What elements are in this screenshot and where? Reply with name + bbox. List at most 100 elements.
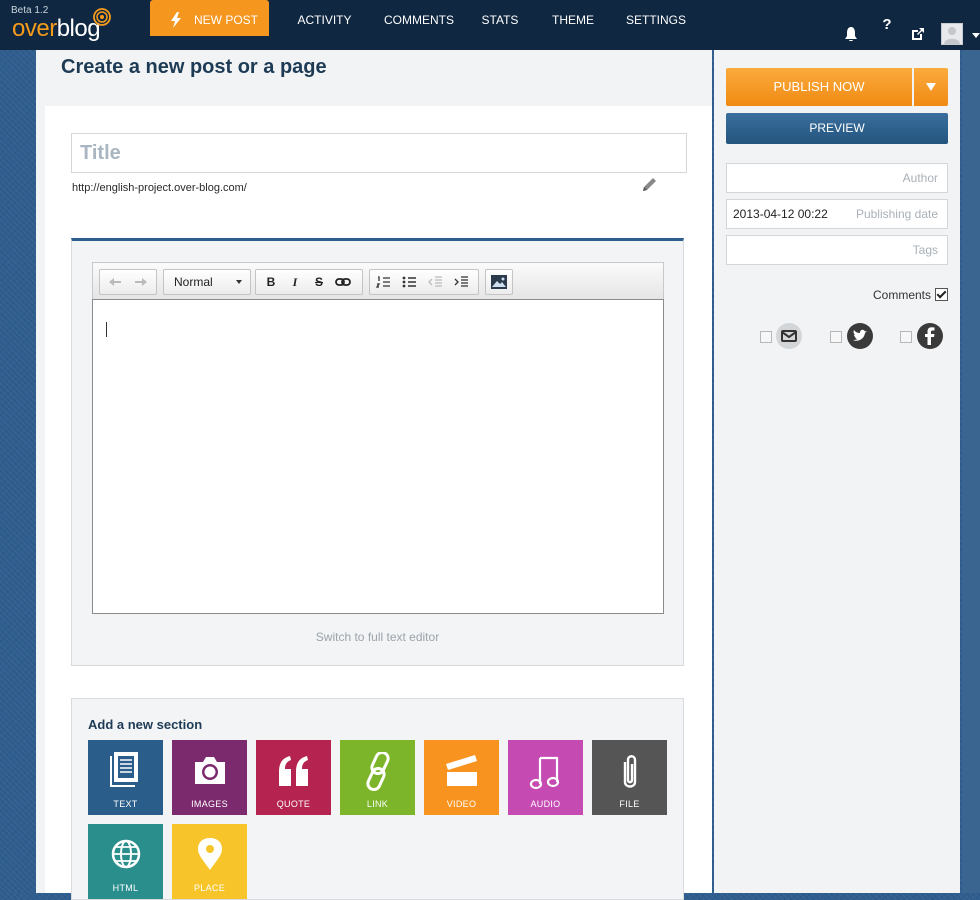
format-select-value: Normal <box>174 275 213 289</box>
bell-icon[interactable] <box>844 27 858 42</box>
tab-stats[interactable]: STATS <box>474 0 526 36</box>
post-title-input[interactable] <box>71 133 687 173</box>
document-icon <box>110 752 138 787</box>
section-tile-images[interactable]: IMAGES <box>172 740 247 815</box>
tab-theme[interactable]: THEME <box>542 0 604 36</box>
tags-field <box>726 235 948 265</box>
camera-icon <box>195 757 225 784</box>
redo-icon[interactable] <box>128 270 152 294</box>
tab-settings[interactable]: SETTINGS <box>618 0 694 36</box>
undo-icon[interactable] <box>104 270 128 294</box>
map-pin-icon <box>198 838 222 870</box>
section-tile-audio[interactable]: AUDIO <box>508 740 583 815</box>
publishing-date-field[interactable]: 2013-04-12 00:22 Publishing date <box>726 199 948 229</box>
comments-label: Comments <box>872 288 931 302</box>
text-section-editor: Normal B I S Switch to full text editor <box>71 238 684 666</box>
tile-label: QUOTE <box>276 799 311 809</box>
section-tile-quote[interactable]: QUOTE <box>256 740 331 815</box>
quote-icon <box>279 756 308 786</box>
publish-sidebar: PUBLISH NOW PREVIEW 2013-04-12 00:22 Pub… <box>714 50 960 893</box>
section-tile-text[interactable]: TEXT <box>88 740 163 815</box>
publishing-date-placeholder: Publishing date <box>855 207 938 221</box>
external-link-icon[interactable] <box>911 27 925 41</box>
logo-swirl-icon <box>93 8 111 26</box>
unordered-list-icon[interactable] <box>398 270 422 294</box>
comments-toggle[interactable]: Comments <box>873 288 948 302</box>
preview-button[interactable]: PREVIEW <box>726 113 948 144</box>
chevron-down-icon[interactable] <box>972 33 980 39</box>
clapperboard-icon <box>446 755 477 786</box>
twitter-icon[interactable] <box>847 323 873 349</box>
ordered-list-icon[interactable] <box>372 270 396 294</box>
editor-toolbar: Normal B I S <box>92 262 664 299</box>
tab-new-post-label: NEW POST <box>194 13 259 27</box>
section-tile-html[interactable]: HTML <box>88 824 163 899</box>
link-icon[interactable] <box>332 270 354 294</box>
indent-icon[interactable] <box>450 270 474 294</box>
tile-label: TEXT <box>113 799 138 809</box>
caret-down-icon <box>926 83 936 91</box>
text-editor-area[interactable] <box>92 299 664 614</box>
add-section-title: Add a new section <box>88 717 203 732</box>
outdent-icon[interactable] <box>424 270 448 294</box>
tile-label: PLACE <box>193 883 225 893</box>
logo-over: over <box>12 15 57 42</box>
page-title: Create a new post or a page <box>61 56 327 78</box>
tab-new-post[interactable]: NEW POST <box>150 0 269 36</box>
switch-full-editor-link[interactable]: Switch to full text editor <box>72 630 683 644</box>
text-style-group: B I S <box>255 269 363 295</box>
tile-label: FILE <box>619 799 640 809</box>
page-scrollbar[interactable] <box>962 50 980 893</box>
section-tile-place[interactable]: PLACE <box>172 824 247 899</box>
publishing-date-value: 2013-04-12 00:22 <box>733 207 828 221</box>
post-editor-panel: Create a new post or a page http://engli… <box>36 50 712 900</box>
globe-icon <box>111 839 141 869</box>
tab-activity[interactable]: ACTIVITY <box>287 0 362 36</box>
edit-url-pencil-icon[interactable] <box>641 177 657 193</box>
overblog-logo[interactable]: overblog <box>12 14 101 44</box>
publish-options-dropdown[interactable] <box>914 68 948 106</box>
section-tile-video[interactable]: VIDEO <box>424 740 499 815</box>
format-select[interactable]: Normal <box>163 269 251 295</box>
author-input[interactable] <box>727 164 947 192</box>
bird-glyph <box>853 329 867 341</box>
section-tile-file[interactable]: FILE <box>592 740 667 815</box>
share-twitter-checkbox[interactable] <box>830 331 842 343</box>
share-facebook-checkbox[interactable] <box>900 331 912 343</box>
facebook-icon[interactable] <box>917 323 943 349</box>
section-tile-link[interactable]: LINK <box>340 740 415 815</box>
select-arrow-icon <box>236 280 242 284</box>
user-silhouette-icon <box>944 27 960 44</box>
publish-now-button[interactable]: PUBLISH NOW <box>726 68 912 106</box>
tile-label: AUDIO <box>530 799 561 809</box>
music-note-icon <box>529 756 560 790</box>
tile-label: HTML <box>112 883 139 893</box>
tile-label: IMAGES <box>191 799 228 809</box>
post-url: http://english-project.over-blog.com/ <box>72 182 247 194</box>
image-icon[interactable] <box>487 270 511 294</box>
help-icon[interactable]: ? <box>875 13 899 37</box>
tile-label: VIDEO <box>446 799 477 809</box>
tab-comments[interactable]: COMMENTS <box>374 0 464 36</box>
comments-checkbox[interactable] <box>935 288 948 301</box>
envelope-glyph <box>781 330 797 342</box>
paperclip-icon <box>623 755 637 788</box>
strikethrough-icon[interactable]: S <box>308 270 330 294</box>
tile-label: LINK <box>366 799 389 809</box>
tags-input[interactable] <box>727 236 947 264</box>
author-field <box>726 163 948 193</box>
facebook-f-glyph <box>925 327 935 345</box>
text-cursor <box>106 322 107 337</box>
italic-icon[interactable]: I <box>284 270 306 294</box>
history-group <box>99 269 157 295</box>
lightning-icon <box>171 12 181 28</box>
share-email-checkbox[interactable] <box>760 331 772 343</box>
avatar[interactable] <box>941 23 963 45</box>
bold-icon[interactable]: B <box>260 270 282 294</box>
insert-image-group <box>485 269 513 295</box>
list-group <box>369 269 479 295</box>
post-form-card: http://english-project.over-blog.com/ No… <box>45 106 712 900</box>
email-icon[interactable] <box>776 323 802 349</box>
top-navigation-bar: Beta 1.2 overblog NEW POST ACTIVITY COMM… <box>0 0 980 50</box>
add-section-panel: Add a new section TEXT IMAGES QUOTE LINK… <box>71 698 684 900</box>
